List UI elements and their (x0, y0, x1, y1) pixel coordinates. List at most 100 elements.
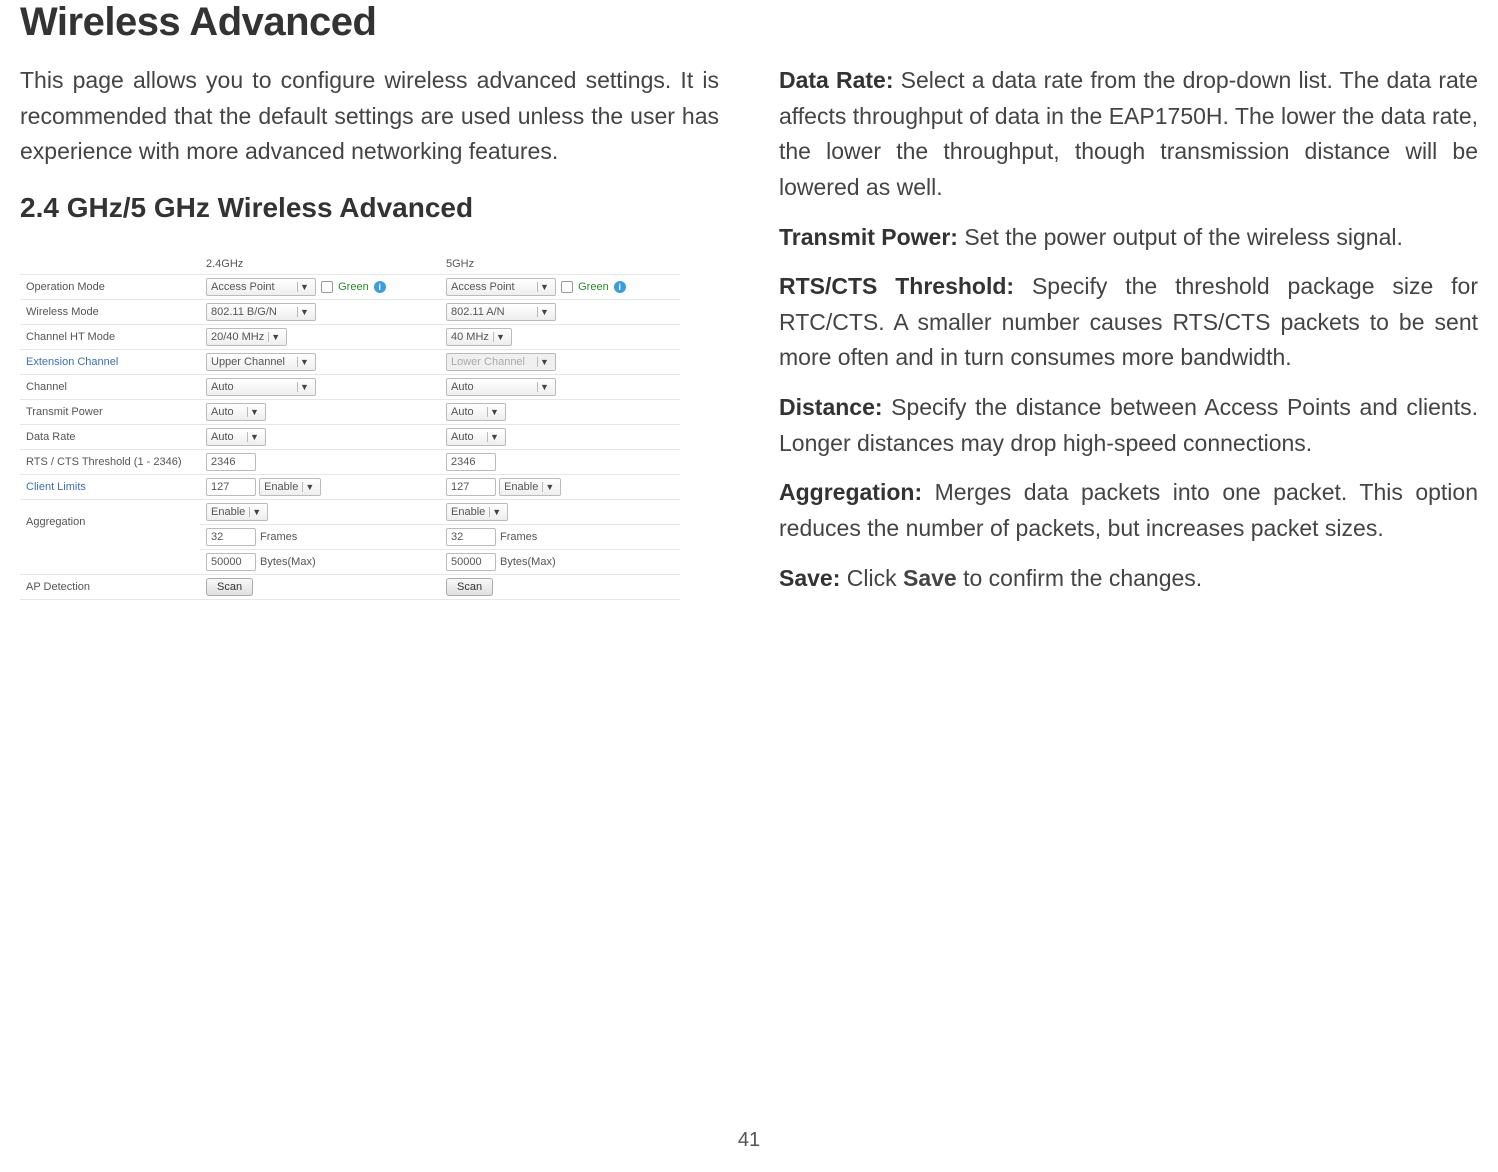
term-label: RTS/CTS Threshold: (779, 273, 1014, 299)
page-number: 41 (0, 1129, 1498, 1152)
operation-mode-24-select[interactable]: Access Point▼ (206, 278, 316, 296)
label-transmit-power: Transmit Power (20, 399, 200, 424)
term-aggregation: Aggregation: Merges data packets into on… (779, 475, 1478, 546)
info-icon[interactable]: i (374, 281, 386, 293)
aggregation-24-frames-input[interactable]: 32 (206, 528, 256, 546)
chevron-down-icon: ▼ (249, 507, 263, 517)
chevron-down-icon: ▼ (297, 307, 311, 317)
rts-5-input[interactable]: 2346 (446, 453, 496, 471)
row-data-rate: Data Rate Auto▼ Auto▼ (20, 424, 680, 449)
label-channel-ht: Channel HT Mode (20, 324, 200, 349)
channel-ht-5-select[interactable]: 40 MHz▼ (446, 328, 512, 346)
transmit-power-24-select[interactable]: Auto▼ (206, 403, 266, 421)
aggregation-5-enable[interactable]: Enable▼ (446, 503, 508, 521)
green-checkbox-5[interactable] (561, 281, 573, 293)
scan-button-5[interactable]: Scan (446, 578, 493, 596)
term-data-rate: Data Rate: Select a data rate from the d… (779, 63, 1478, 206)
data-rate-5-select[interactable]: Auto▼ (446, 428, 506, 446)
channel-ht-24-select[interactable]: 20/40 MHz▼ (206, 328, 287, 346)
extension-channel-24-select[interactable]: Upper Channel▼ (206, 353, 316, 371)
term-distance: Distance: Specify the distance between A… (779, 390, 1478, 461)
frames-label: Frames (260, 531, 297, 543)
term-desc: Specify the distance between Access Poin… (779, 394, 1478, 456)
label-aggregation: Aggregation (20, 499, 200, 574)
rts-24-input[interactable]: 2346 (206, 453, 256, 471)
row-ap-detection: AP Detection Scan Scan (20, 574, 680, 599)
content-columns: This page allows you to configure wirele… (20, 63, 1478, 610)
client-limits-5-input[interactable]: 127 (446, 478, 496, 496)
chevron-down-icon: ▼ (537, 382, 551, 392)
row-operation-mode: Operation Mode Access Point▼ Green i Acc… (20, 274, 680, 299)
label-extension-channel: Extension Channel (20, 349, 200, 374)
row-transmit-power: Transmit Power Auto▼ Auto▼ (20, 399, 680, 424)
chevron-down-icon: ▼ (542, 482, 556, 492)
term-desc-post: to confirm the changes. (957, 565, 1202, 591)
client-limits-24-input[interactable]: 127 (206, 478, 256, 496)
label-rts: RTS / CTS Threshold (1 - 2346) (20, 449, 200, 474)
transmit-power-5-select[interactable]: Auto▼ (446, 403, 506, 421)
row-extension-channel: Extension Channel Upper Channel▼ Lower C… (20, 349, 680, 374)
term-label: Aggregation: (779, 479, 922, 505)
channel-5-select[interactable]: Auto▼ (446, 378, 556, 396)
row-wireless-mode: Wireless Mode 802.11 B/G/N▼ 802.11 A/N▼ (20, 299, 680, 324)
wireless-mode-24-select[interactable]: 802.11 B/G/N▼ (206, 303, 316, 321)
chevron-down-icon: ▼ (297, 382, 311, 392)
term-label: Data Rate: (779, 67, 894, 93)
info-icon[interactable]: i (614, 281, 626, 293)
chevron-down-icon: ▼ (297, 282, 311, 292)
label-channel: Channel (20, 374, 200, 399)
chevron-down-icon: ▼ (268, 332, 282, 342)
term-desc-pre: Click (840, 565, 903, 591)
chevron-down-icon: ▼ (537, 307, 551, 317)
term-transmit-power: Transmit Power: Set the power output of … (779, 220, 1478, 256)
label-ap-detection: AP Detection (20, 574, 200, 599)
chevron-down-icon: ▼ (487, 407, 501, 417)
col-header-5ghz: 5GHz (440, 254, 680, 275)
row-client-limits: Client Limits 127 Enable▼ 127 Enable▼ (20, 474, 680, 499)
data-rate-24-select[interactable]: Auto▼ (206, 428, 266, 446)
label-client-limits: Client Limits (20, 474, 200, 499)
label-data-rate: Data Rate (20, 424, 200, 449)
operation-mode-5-select[interactable]: Access Point▼ (446, 278, 556, 296)
green-label-24: Green (338, 281, 369, 293)
term-rts: RTS/CTS Threshold: Specify the threshold… (779, 269, 1478, 376)
row-channel: Channel Auto▼ Auto▼ (20, 374, 680, 399)
row-channel-ht: Channel HT Mode 20/40 MHz▼ 40 MHz▼ (20, 324, 680, 349)
scan-button-24[interactable]: Scan (206, 578, 253, 596)
aggregation-24-bytes-input[interactable]: 50000 (206, 553, 256, 571)
chevron-down-icon: ▼ (537, 282, 551, 292)
wireless-mode-5-select[interactable]: 802.11 A/N▼ (446, 303, 556, 321)
page-title: Wireless Advanced (20, 0, 1478, 45)
right-column: Data Rate: Select a data rate from the d… (779, 63, 1478, 610)
label-wireless-mode: Wireless Mode (20, 299, 200, 324)
extension-channel-5-select: Lower Channel▼ (446, 353, 556, 371)
left-column: This page allows you to configure wirele… (20, 63, 719, 610)
chevron-down-icon: ▼ (537, 357, 551, 367)
chevron-down-icon: ▼ (297, 357, 311, 367)
chevron-down-icon: ▼ (247, 407, 261, 417)
chevron-down-icon: ▼ (302, 482, 316, 492)
aggregation-5-frames-input[interactable]: 32 (446, 528, 496, 546)
term-label: Distance: (779, 394, 883, 420)
channel-24-select[interactable]: Auto▼ (206, 378, 316, 396)
aggregation-24-enable[interactable]: Enable▼ (206, 503, 268, 521)
frames-label: Frames (500, 531, 537, 543)
section-title: 2.4 GHz/5 GHz Wireless Advanced (20, 192, 719, 224)
term-desc: Set the power output of the wireless sig… (958, 224, 1403, 250)
client-limits-24-enable[interactable]: Enable▼ (259, 478, 321, 496)
intro-paragraph: This page allows you to configure wirele… (20, 63, 719, 170)
chevron-down-icon: ▼ (247, 432, 261, 442)
label-operation-mode: Operation Mode (20, 274, 200, 299)
term-label: Transmit Power: (779, 224, 958, 250)
col-header-24ghz: 2.4GHz (200, 254, 440, 275)
green-checkbox-24[interactable] (321, 281, 333, 293)
row-aggregation-enable: Aggregation Enable▼ Enable▼ (20, 499, 680, 524)
settings-table: 2.4GHz 5GHz Operation Mode Access Point▼… (20, 254, 680, 600)
save-bold: Save (903, 565, 957, 591)
table-header-row: 2.4GHz 5GHz (20, 254, 680, 275)
aggregation-5-bytes-input[interactable]: 50000 (446, 553, 496, 571)
green-label-5: Green (578, 281, 609, 293)
chevron-down-icon: ▼ (487, 432, 501, 442)
client-limits-5-enable[interactable]: Enable▼ (499, 478, 561, 496)
row-rts: RTS / CTS Threshold (1 - 2346) 2346 2346 (20, 449, 680, 474)
